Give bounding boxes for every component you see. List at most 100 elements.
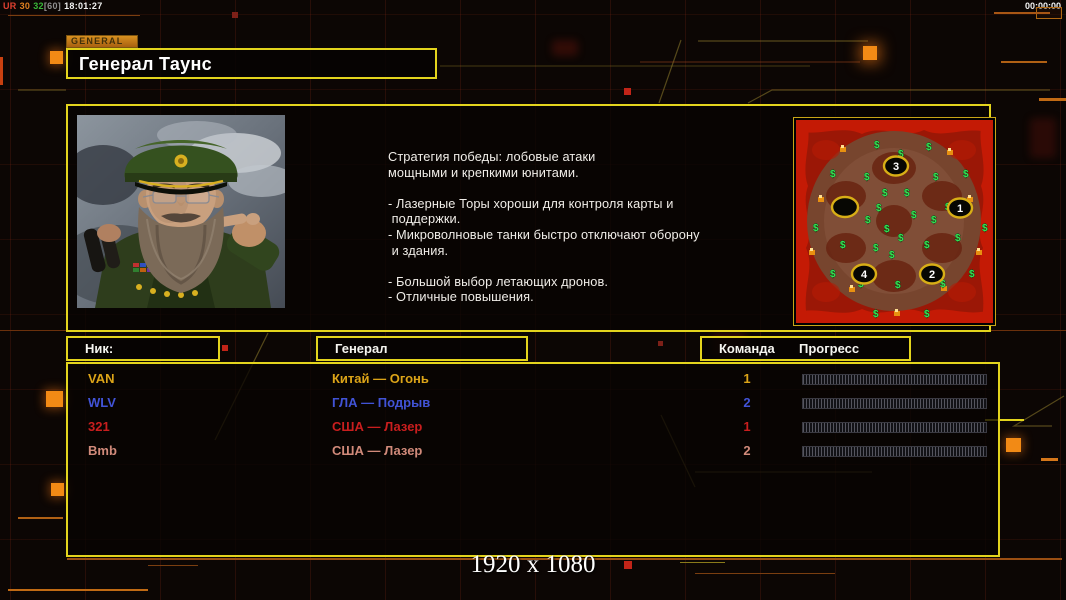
decor-line <box>1001 61 1047 63</box>
supply-marker: $ <box>931 215 937 226</box>
briefing-line: и здания. <box>388 242 449 258</box>
minimap: $$$$$$$$$$$$$$$$$$$$$$$$$$$$$$ 3142 <box>796 120 993 323</box>
briefing-line: поддержки. <box>388 211 461 227</box>
players-panel: VAN Китай — Огонь 1 WLV ГЛА — Подрыв 2 3… <box>66 362 1000 557</box>
resolution-label: 1920 x 1080 <box>470 551 596 578</box>
player-progress-bar <box>802 374 987 385</box>
supply-marker: $ <box>882 188 888 199</box>
briefing-line: - Большой выбор летающих дронов. <box>388 273 609 289</box>
player-row: VAN Китай — Огонь 1 <box>68 368 998 392</box>
status-value1: 30 <box>19 1 31 11</box>
status-overlay-left: UR 30 32[60] 18:01:27 <box>3 1 106 11</box>
player-row: Bmb США — Лазер 2 <box>68 440 998 464</box>
supply-marker: $ <box>813 223 819 234</box>
decor-square <box>222 345 228 351</box>
supply-marker: $ <box>884 224 890 235</box>
player-nick: 321 <box>88 419 110 434</box>
start-position: 1 <box>946 197 974 219</box>
decor-line <box>1039 98 1066 101</box>
supply-marker: $ <box>924 240 930 251</box>
header-progress: Прогресс <box>799 341 860 356</box>
supply-marker: $ <box>873 309 879 320</box>
player-row: WLV ГЛА — Подрыв 2 <box>68 392 998 416</box>
supply-marker: $ <box>873 243 879 254</box>
header-team-progress: Команда Прогресс <box>700 336 911 361</box>
player-nick: WLV <box>88 395 116 410</box>
supply-marker: $ <box>963 169 969 180</box>
decor-square <box>232 12 238 18</box>
svg-text:4: 4 <box>861 269 868 281</box>
decor-line <box>1041 458 1058 461</box>
supply-marker: $ <box>840 240 846 251</box>
decor-line <box>18 517 63 519</box>
supply-marker: $ <box>933 172 939 183</box>
player-progress-bar <box>802 422 987 433</box>
loading-screen: UR 30 32[60] 18:01:27 00:00:00 GENERAL Гене… <box>0 0 1066 600</box>
status-ur: UR <box>3 1 17 11</box>
decor-line <box>0 57 3 85</box>
supply-marker: $ <box>955 233 961 244</box>
supply-marker: $ <box>876 203 882 214</box>
player-team: 2 <box>743 443 751 458</box>
svg-text:3: 3 <box>893 161 899 173</box>
status-value2: 32 <box>33 1 44 11</box>
decor-blotch <box>1030 118 1056 158</box>
decor-square <box>51 483 64 496</box>
briefing-line <box>388 180 733 196</box>
decor-blotch <box>552 40 578 56</box>
supply-marker: $ <box>904 188 910 199</box>
player-general: США — Лазер <box>332 419 423 434</box>
decor-line <box>8 589 148 591</box>
briefing-line: Стратегия победы: лобовые атаки <box>388 149 596 164</box>
supply-marker: $ <box>874 140 880 151</box>
header-general: Генерал <box>316 336 528 361</box>
supply-marker: $ <box>895 280 901 291</box>
supply-marker: $ <box>924 309 930 320</box>
start-position: 4 <box>850 263 878 285</box>
player-row: 321 США — Лазер 1 <box>68 416 998 440</box>
strategy-briefing: Стратегия победы: лобовые атаки мощными … <box>388 149 733 305</box>
start-position-occupied <box>830 195 860 219</box>
briefing-line: - Отличные повышения. <box>388 289 534 305</box>
start-position: 2 <box>918 263 946 285</box>
player-team: 1 <box>743 419 751 434</box>
status-clock: 18:01:27 <box>64 1 103 11</box>
header-nick: Ник: <box>66 336 220 361</box>
supply-marker: $ <box>982 223 988 234</box>
svg-text:2: 2 <box>929 269 935 281</box>
supply-marker: $ <box>889 250 895 261</box>
decor-square <box>1006 438 1021 452</box>
player-general: США — Лазер <box>332 443 423 458</box>
briefing-line: - Лазерные Торы хороши для контроля карт… <box>388 195 674 211</box>
start-position: 3 <box>882 155 910 177</box>
decor-square <box>863 46 877 60</box>
player-nick: Bmb <box>88 443 117 458</box>
minimap-frame: $$$$$$$$$$$$$$$$$$$$$$$$$$$$$$ 3142 <box>793 117 996 326</box>
decor-line <box>8 15 140 16</box>
general-tab: GENERAL <box>66 35 138 48</box>
briefing-line: мощными и крепкими юнитами. <box>388 164 579 180</box>
title-box: Генерал Таунс <box>66 48 437 79</box>
page-title: Генерал Таунс <box>79 54 212 74</box>
player-team: 1 <box>743 371 751 386</box>
supply-marker: $ <box>830 169 836 180</box>
supply-marker: $ <box>830 269 836 280</box>
supply-marker: $ <box>898 233 904 244</box>
supply-marker: $ <box>926 142 932 153</box>
general-portrait <box>77 115 285 308</box>
player-general: Китай — Огонь <box>332 371 429 386</box>
player-nick: VAN <box>88 371 115 386</box>
status-value3: [60] <box>43 1 62 11</box>
player-progress-bar <box>802 398 987 409</box>
player-general: ГЛА — Подрыв <box>332 395 431 410</box>
supply-marker: $ <box>864 172 870 183</box>
supply-marker: $ <box>969 269 975 280</box>
supply-marker: $ <box>865 215 871 226</box>
player-progress-bar <box>802 446 987 457</box>
decor-square <box>46 391 63 407</box>
decor-square <box>658 341 663 346</box>
player-team: 2 <box>743 395 751 410</box>
decor-square <box>624 88 631 95</box>
header-team: Команда <box>719 341 775 356</box>
supply-marker: $ <box>911 210 917 221</box>
